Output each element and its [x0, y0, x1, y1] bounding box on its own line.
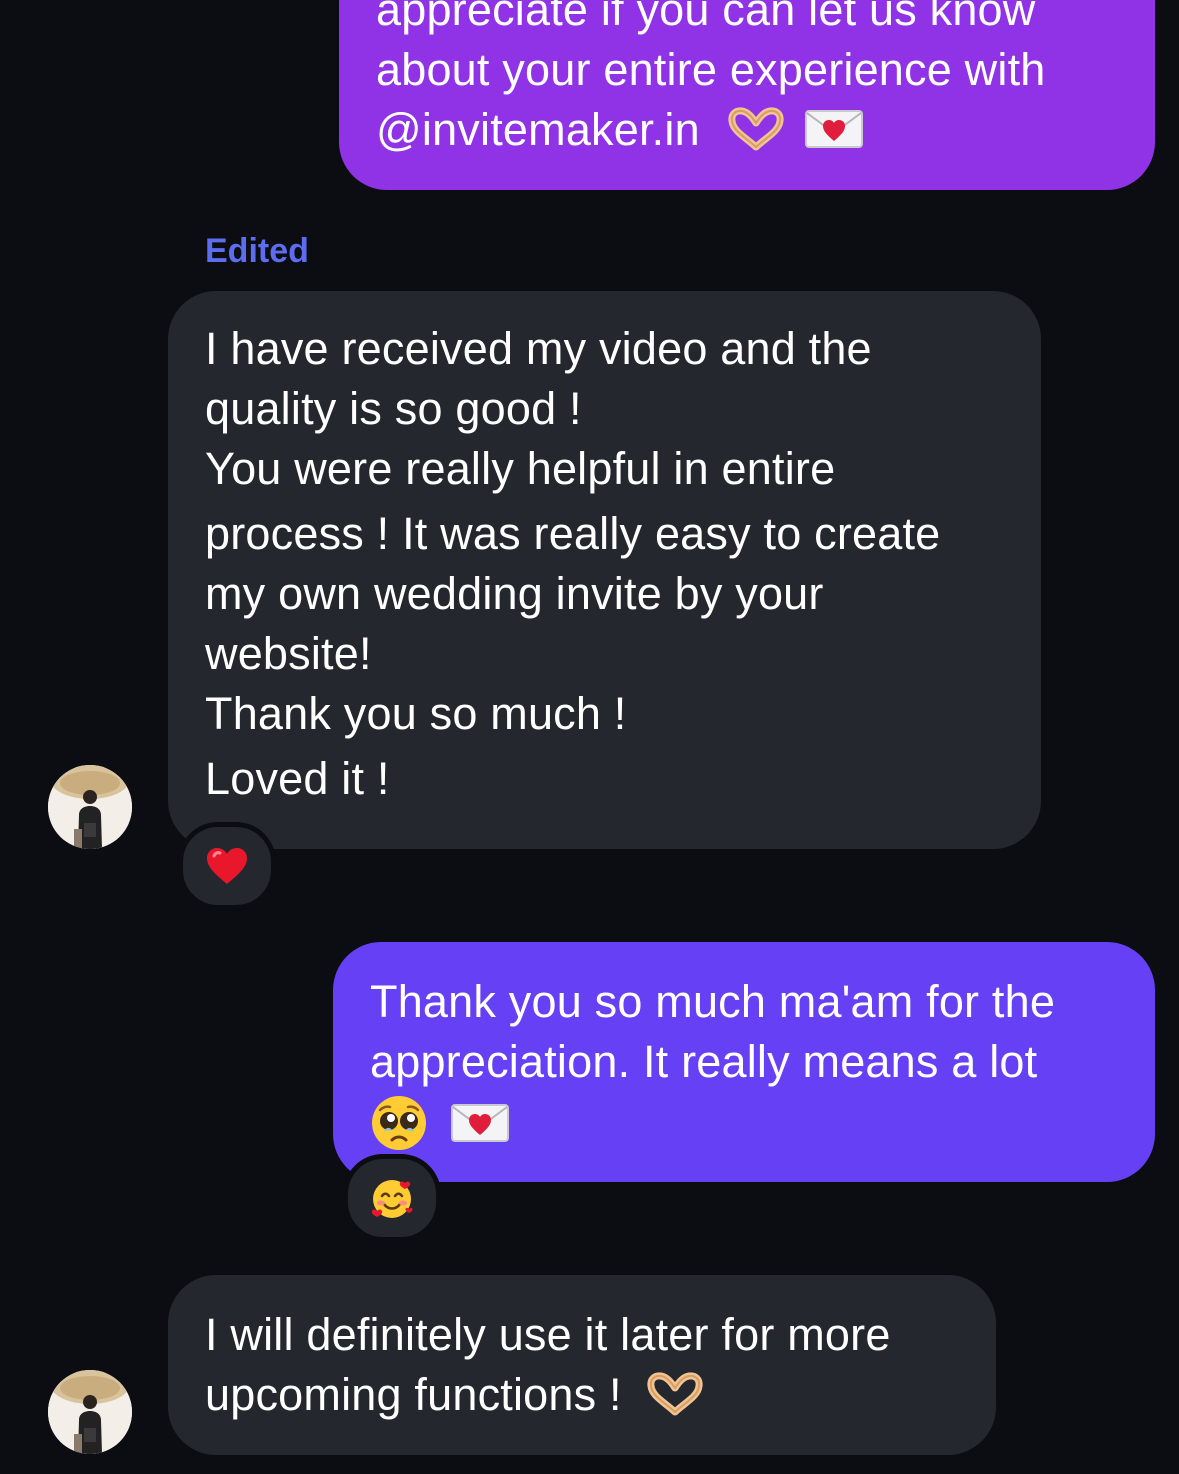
- message-line: my own wedding invite by your: [205, 568, 824, 619]
- message-line: You were really helpful in entire: [205, 443, 836, 494]
- message-line: @invitemaker.in: [376, 100, 1046, 160]
- reaction-badge[interactable]: [178, 822, 276, 910]
- message-line: process ! It was really easy to create: [205, 508, 941, 559]
- avatar[interactable]: [48, 1370, 132, 1454]
- message-emoji-line: [370, 1092, 1055, 1154]
- smiling-face-with-hearts-icon: [369, 1175, 415, 1221]
- love-letter-icon: [450, 1103, 509, 1143]
- sent-message-bubble[interactable]: Thank you so much ma'am for the apprecia…: [333, 942, 1155, 1182]
- message-line: Thank you so much ma'am for the: [370, 976, 1056, 1027]
- message-line: website!: [205, 628, 372, 679]
- heart-hands-icon: [646, 1372, 704, 1416]
- heart-hands-icon: [727, 107, 785, 151]
- message-line: Loved it !: [205, 753, 390, 804]
- message-line: upcoming functions !: [205, 1365, 891, 1425]
- love-letter-icon: [805, 109, 864, 149]
- message-line: appreciation. It really means a lot: [370, 1036, 1038, 1087]
- received-message-bubble[interactable]: I will definitely use it later for more …: [168, 1275, 996, 1455]
- red-heart-icon: [205, 846, 249, 886]
- avatar[interactable]: [48, 765, 132, 849]
- received-message-bubble[interactable]: I have received my video and the quality…: [168, 291, 1041, 849]
- message-line: Thank you so much !: [205, 688, 627, 739]
- message-line: appreciate if you can let us know: [376, 0, 1036, 35]
- message-line: I have received my video and the: [205, 323, 872, 374]
- message-line: I will definitely use it later for more: [205, 1309, 891, 1360]
- sent-message-bubble[interactable]: appreciate if you can let us know about …: [339, 0, 1155, 190]
- edited-label: Edited: [205, 232, 309, 270]
- message-text: Thank you so much ma'am for the apprecia…: [370, 972, 1055, 1154]
- message-line: about your entire experience with: [376, 44, 1046, 95]
- message-text: I will definitely use it later for more …: [205, 1305, 891, 1425]
- message-line: quality is so good !: [205, 383, 582, 434]
- pleading-face-icon: [370, 1094, 428, 1152]
- message-text: appreciate if you can let us know about …: [376, 0, 1046, 160]
- message-text: I have received my video and the quality…: [205, 319, 940, 809]
- reaction-badge[interactable]: [343, 1154, 441, 1242]
- chat-thread[interactable]: appreciate if you can let us know about …: [0, 0, 1179, 1474]
